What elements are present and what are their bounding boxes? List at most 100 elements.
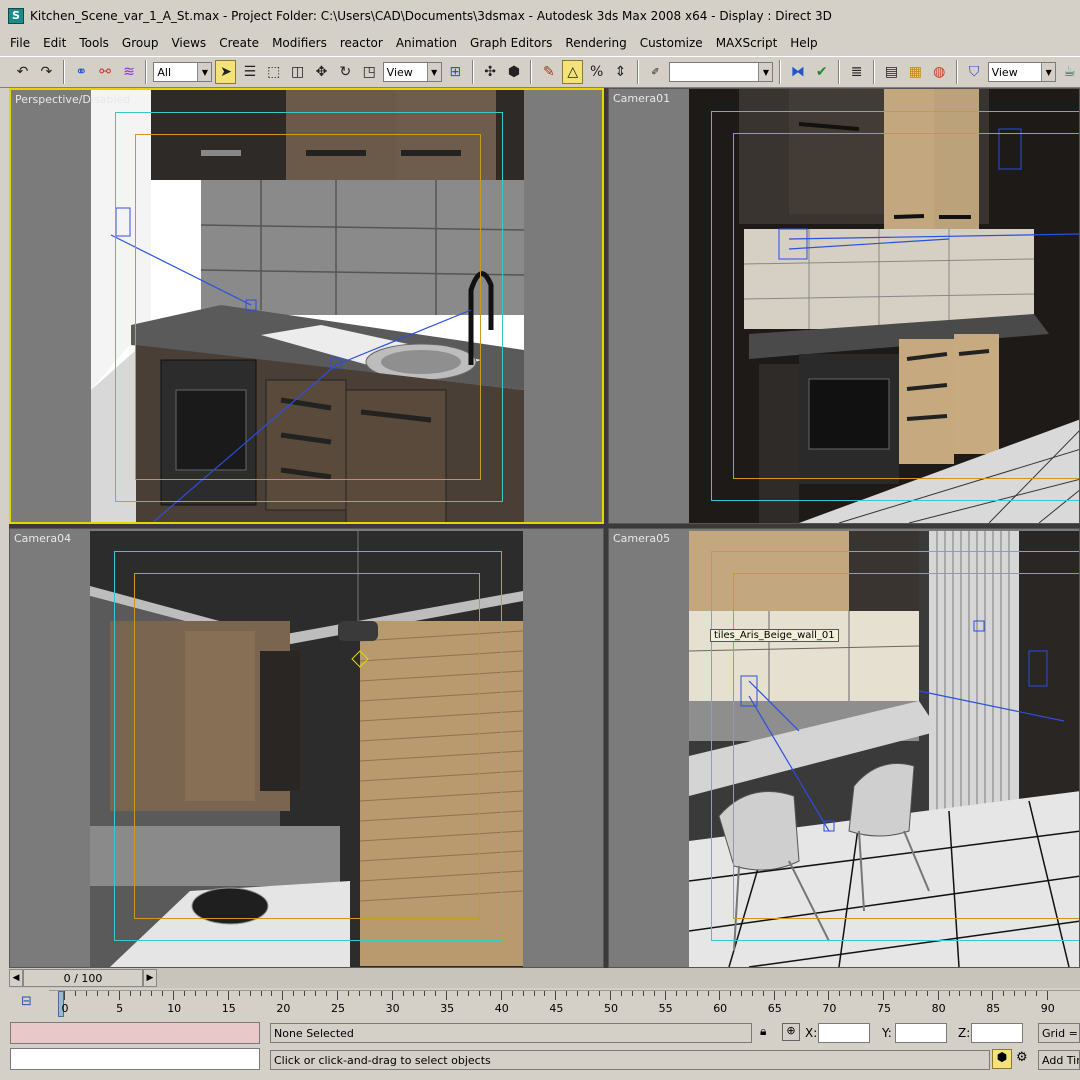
z-coord-field[interactable] — [971, 1023, 1023, 1043]
menu-group[interactable]: Group — [122, 36, 159, 50]
track-bar-tick — [457, 991, 459, 996]
rectangular-selection-icon[interactable]: ⬚ — [263, 60, 284, 84]
y-coord-field[interactable] — [895, 1023, 947, 1043]
window-crossing-icon[interactable]: ◫ — [287, 60, 308, 84]
track-bar-tick — [1014, 991, 1016, 996]
track-bar-tick — [839, 991, 841, 996]
layer-manager-icon[interactable]: ≣ — [846, 60, 867, 84]
time-slider[interactable]: ◀ 0 / 100 ▶ — [9, 968, 1080, 988]
track-bar-tick — [653, 991, 655, 996]
viewport-perspective[interactable]: Perspective/Disabled — [9, 88, 604, 524]
edit-named-selection-icon[interactable]: ✐ — [645, 60, 666, 84]
viewport-camera05[interactable]: Camera05 tiles_Aris_Beige_wall_01 — [608, 528, 1080, 968]
track-bar-tick-label: 75 — [877, 1002, 891, 1015]
safe-frame-inner — [733, 133, 1079, 479]
maxscript-listener-top[interactable] — [10, 1022, 260, 1044]
menu-rendering[interactable]: Rendering — [565, 36, 626, 50]
quick-render-icon[interactable]: ☕ — [1059, 60, 1080, 84]
bind-space-warp-icon[interactable]: ≋ — [119, 60, 140, 84]
menu-file[interactable]: File — [10, 36, 30, 50]
named-selection-sets-dropdown[interactable]: ▼ — [668, 62, 774, 82]
track-bar-tick — [762, 991, 764, 996]
track-bar-tick — [872, 991, 874, 996]
track-bar-tick — [741, 991, 743, 996]
track-bar-tick — [304, 991, 306, 996]
viewport-label[interactable]: Camera01 — [613, 92, 670, 105]
time-config-icon[interactable]: ⚙ — [1016, 1050, 1028, 1065]
select-and-scale-icon[interactable]: ◳ — [359, 60, 380, 84]
track-bar-tick — [511, 991, 513, 996]
render-setup-icon[interactable]: ⛉ — [964, 60, 985, 84]
viewport-camera01[interactable]: Camera01 — [608, 88, 1080, 524]
spinner-snap-icon[interactable]: ⇕ — [610, 60, 631, 84]
menu-reactor[interactable]: reactor — [340, 36, 383, 50]
mirror-icon[interactable]: ⧓ — [787, 60, 808, 84]
track-bar-tick — [599, 991, 601, 996]
unlink-icon[interactable]: ⚯ — [95, 60, 116, 84]
select-and-rotate-icon[interactable]: ↻ — [335, 60, 356, 84]
viewport-label[interactable]: Camera05 — [613, 532, 670, 545]
track-bar-tick — [85, 991, 87, 996]
menu-modifiers[interactable]: Modifiers — [272, 36, 327, 50]
material-editor-icon[interactable]: ◍ — [929, 60, 950, 84]
menu-edit[interactable]: Edit — [43, 36, 66, 50]
render-view-value: View — [991, 65, 1018, 79]
select-object-icon[interactable]: ➤ — [215, 60, 237, 84]
viewport-label[interactable]: Camera04 — [14, 532, 71, 545]
align-icon[interactable]: ✔ — [811, 60, 832, 84]
select-and-link-icon[interactable]: ⚭ — [71, 60, 92, 84]
menu-tools[interactable]: Tools — [79, 36, 109, 50]
open-mini-curve-editor-icon[interactable]: ⊟ — [21, 994, 32, 1009]
angle-snap-icon[interactable]: △ — [562, 60, 584, 84]
track-bar-tick-label: 35 — [440, 1002, 455, 1015]
track-bar-tick — [446, 991, 448, 1000]
viewport-label[interactable]: Perspective/Disabled — [15, 93, 130, 106]
track-bar-tick — [1046, 991, 1048, 1000]
track-bar-tick — [970, 991, 972, 996]
track-bar-tick — [675, 991, 677, 996]
schematic-view-icon[interactable]: ▦ — [905, 60, 926, 84]
add-time-tag[interactable]: Add Tim — [1038, 1050, 1080, 1070]
track-bar[interactable]: ⊟ 0 5 10 15 20 25 30 35 40 45 50 55 60 65 70 75 80 85 90 — [9, 990, 1080, 1018]
select-and-move-icon[interactable]: ✥ — [311, 60, 332, 84]
redo-icon[interactable]: ↷ — [36, 60, 57, 84]
track-bar-tick — [129, 991, 131, 996]
chevron-down-icon: ▼ — [758, 63, 773, 81]
chevron-right-icon[interactable]: ▶ — [143, 969, 157, 987]
menu-maxscript[interactable]: MAXScript — [716, 36, 778, 50]
menu-animation[interactable]: Animation — [396, 36, 457, 50]
track-bar-tick — [424, 991, 426, 996]
keyboard-shortcut-override-icon[interactable]: ⬢ — [504, 60, 525, 84]
snaps-toggle-icon[interactable]: ✎ — [538, 60, 559, 84]
menu-customize[interactable]: Customize — [640, 36, 703, 50]
menu-graph-editors[interactable]: Graph Editors — [470, 36, 552, 50]
lock-selection-icon[interactable]: 🔒︎ — [760, 1024, 766, 1039]
select-by-name-icon[interactable]: ☰ — [239, 60, 260, 84]
pivot-center-icon[interactable]: ⊞ — [445, 60, 466, 84]
track-bar-tick — [631, 991, 633, 996]
menu-create[interactable]: Create — [219, 36, 259, 50]
time-slider-thumb[interactable]: 0 / 100 — [23, 969, 143, 987]
track-bar-tick — [380, 991, 382, 996]
absolute-mode-icon[interactable]: ⊕ — [782, 1023, 800, 1041]
time-tag-icon[interactable]: ⬢ — [992, 1049, 1012, 1069]
curve-editor-icon[interactable]: ▤ — [881, 60, 902, 84]
x-coord-field[interactable] — [818, 1023, 870, 1043]
menu-help[interactable]: Help — [790, 36, 817, 50]
track-bar-tick — [271, 991, 273, 996]
percent-snap-icon[interactable]: % — [586, 60, 607, 84]
track-bar-tick — [402, 991, 404, 996]
chevron-left-icon[interactable]: ◀ — [9, 969, 23, 987]
maxscript-listener-bottom[interactable] — [10, 1048, 260, 1070]
viewport-camera04[interactable]: Camera04 — [9, 528, 604, 968]
selection-filter-dropdown[interactable]: All ▼ — [153, 62, 213, 82]
track-bar-tick — [577, 991, 579, 996]
grid-size: Grid = 1( — [1038, 1023, 1080, 1043]
app-icon[interactable]: S — [8, 8, 24, 24]
select-and-manipulate-icon[interactable]: ✣ — [480, 60, 501, 84]
track-bar-tick — [817, 991, 819, 996]
menu-views[interactable]: Views — [171, 36, 206, 50]
undo-icon[interactable]: ↶ — [12, 60, 33, 84]
render-view-dropdown[interactable]: View ▼ — [987, 62, 1057, 82]
reference-coordinate-dropdown[interactable]: View ▼ — [382, 62, 442, 82]
